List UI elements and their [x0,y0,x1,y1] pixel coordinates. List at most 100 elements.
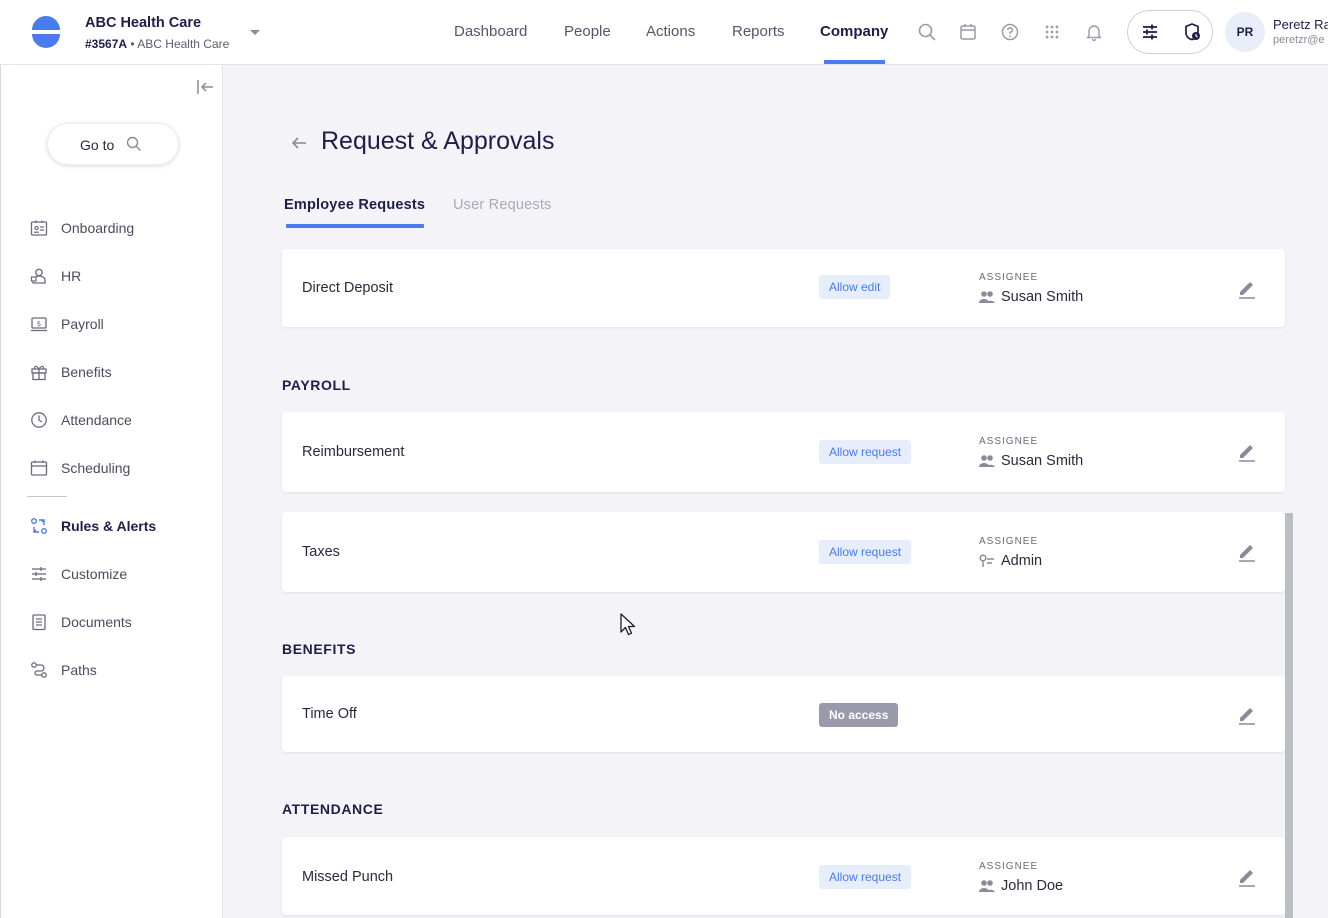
search-icon[interactable] [917,22,937,42]
request-label: Time Off [302,706,357,722]
sidebar-divider [27,496,67,497]
nav-dashboard[interactable]: Dashboard [454,23,527,40]
sidebar-item-documents[interactable]: Documents [27,608,207,636]
goto-button[interactable]: Go to [47,123,179,165]
back-arrow-icon[interactable] [289,133,309,153]
user-name[interactable]: Peretz Ra [1273,17,1328,32]
collapse-sidebar-icon[interactable] [195,77,215,97]
shield-clock-icon[interactable] [1182,22,1202,42]
section-title-benefits: BENEFITS [282,641,357,657]
company-separator: • [130,37,135,51]
settings-sliders-icon[interactable] [1140,22,1160,42]
sidebar-item-label: Payroll [61,316,104,332]
sidebar-item-label: Scheduling [61,460,131,476]
request-row-taxes[interactable]: Taxes Allow request ASSIGNEE Admin [282,512,1285,592]
tab-user-requests[interactable]: User Requests [453,197,552,213]
nav-reports[interactable]: Reports [732,23,785,40]
sidebar-item-customize[interactable]: Customize [27,560,207,588]
company-id: #3567A [85,37,128,51]
sidebar-item-paths[interactable]: Paths [27,656,207,684]
request-label: Missed Punch [302,869,394,885]
nav-company[interactable]: Company [820,23,888,40]
assignee-caption: ASSIGNEE [979,861,1039,872]
request-row-time-off[interactable]: Time Off No access [282,676,1285,752]
avatar[interactable]: PR [1225,12,1265,52]
scrollbar[interactable] [1285,513,1293,918]
nav-actions[interactable]: Actions [646,23,695,40]
search-icon [126,136,141,151]
section-title-payroll: PAYROLL [282,377,351,393]
company-logo[interactable] [29,15,63,49]
svg-text:$: $ [37,320,41,328]
company-switch-chevron-down-icon[interactable] [250,30,260,35]
rules-icon [31,518,47,534]
company-sub-name: ABC Health Care [137,37,230,51]
sidebar-item-benefits[interactable]: Benefits [27,358,207,386]
edit-pencil-icon[interactable] [1236,703,1258,725]
tab-active-indicator [286,224,424,228]
request-label: Taxes [302,544,340,560]
section-title-attendance: ATTENDANCE [282,801,384,817]
assignee-name: Susan Smith [1001,453,1084,469]
calendar-icon [30,460,48,476]
sidebar-item-payroll[interactable]: $ Payroll [27,310,207,338]
calendar-icon[interactable] [958,22,978,42]
nav-active-indicator [824,60,885,64]
edit-pencil-icon[interactable] [1236,440,1258,462]
sidebar-item-attendance[interactable]: Attendance [27,406,207,434]
sidebar-item-label: Onboarding [61,220,135,236]
request-label: Direct Deposit [302,280,394,296]
apps-grid-icon[interactable] [1042,22,1062,42]
page-title: Request & Approvals [321,127,555,155]
gift-icon [31,365,47,381]
sidebar-item-label: Documents [61,614,132,630]
company-subtitle: #3567A • ABC Health Care [85,37,229,51]
user-email: peretzr@e [1273,34,1325,46]
people-icon [979,291,995,303]
edit-pencil-icon[interactable] [1236,540,1258,562]
nav-people[interactable]: People [564,23,611,40]
edit-pencil-icon[interactable] [1236,865,1258,887]
hr-icon [30,268,46,284]
key-icon [979,554,994,567]
status-badge: Allow request [819,865,912,889]
bell-icon[interactable] [1084,22,1104,42]
sidebar-item-rules-alerts[interactable]: Rules & Alerts [27,512,207,540]
request-label: Reimbursement [302,444,405,460]
status-badge: No access [819,703,899,727]
sidebar-item-label: Customize [61,566,128,582]
sidebar-item-label: Benefits [61,364,112,380]
request-row-missed-punch[interactable]: Missed Punch Allow request ASSIGNEE John… [282,837,1285,915]
sidebar-item-label: Attendance [61,412,132,428]
documents-icon [32,614,46,631]
assignee-name: Susan Smith [1001,289,1084,305]
sidebar-item-onboarding[interactable]: Onboarding [27,214,207,242]
sliders-icon [32,567,46,581]
sidebar-item-hr[interactable]: HR [27,262,207,290]
clock-icon [31,412,47,428]
assignee-name: Admin [1001,553,1043,569]
request-row-reimbursement[interactable]: Reimbursement Allow request ASSIGNEE Sus… [282,412,1285,492]
sidebar-item-label: Paths [61,662,97,678]
top-header: ABC Health Care #3567A • ABC Health Care… [0,0,1328,65]
paths-icon [31,662,47,678]
sidebar-item-label: HR [61,268,82,284]
request-row-direct-deposit[interactable]: Direct Deposit Allow edit ASSIGNEE Susan… [282,249,1285,327]
sidebar: Go to Onboarding HR $ Payroll Benefits A… [0,65,223,918]
payroll-icon: $ [31,317,47,332]
assignee-caption: ASSIGNEE [979,436,1039,447]
assignee-caption: ASSIGNEE [979,536,1039,547]
tab-employee-requests[interactable]: Employee Requests [284,197,425,213]
quick-tools-group [1127,10,1213,54]
mouse-cursor-icon [620,613,636,636]
people-icon [979,455,995,467]
status-badge: Allow edit [819,275,891,299]
status-badge: Allow request [819,440,912,464]
goto-label: Go to [80,137,115,153]
sidebar-item-label: Rules & Alerts [61,518,157,534]
company-name[interactable]: ABC Health Care [85,15,201,31]
help-icon[interactable] [1000,22,1020,42]
assignee-name: John Doe [1001,878,1064,894]
sidebar-item-scheduling[interactable]: Scheduling [27,454,207,482]
edit-pencil-icon[interactable] [1236,277,1258,299]
